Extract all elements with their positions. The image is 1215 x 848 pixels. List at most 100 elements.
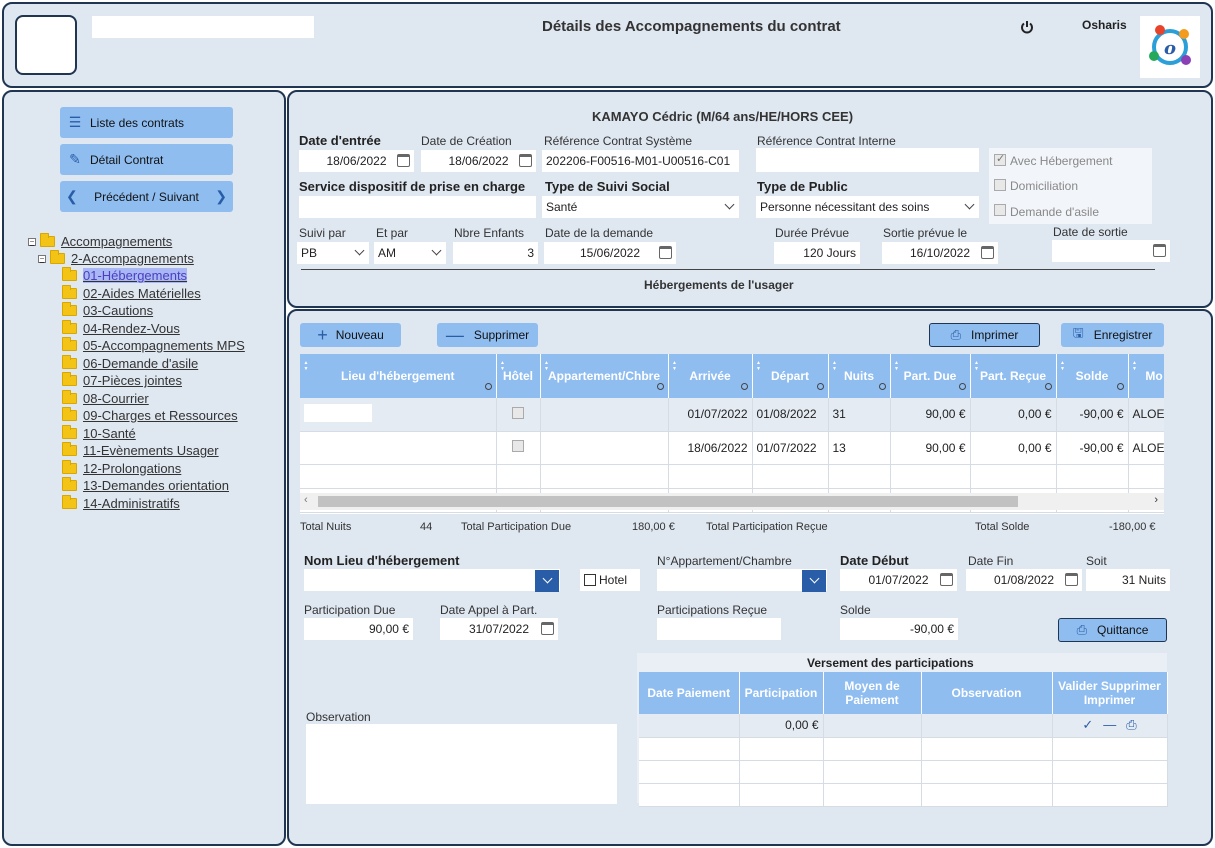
grid-column-header[interactable]: ▲▼ Hôtel [496,354,541,398]
calendar-icon[interactable] [940,573,953,586]
quittance-button[interactable]: ⎙ Quittance [1058,618,1167,642]
printer-icon[interactable]: ⎙ [1126,717,1136,732]
grid-column-header[interactable]: ▲▼ Mo [1128,354,1164,398]
imprimer-button[interactable]: ⎙ Imprimer [929,323,1040,347]
demande-asile-checkbox[interactable] [994,204,1006,216]
calendar-icon[interactable] [1153,244,1166,257]
minus-icon[interactable]: — [1103,717,1116,732]
calendar-icon[interactable] [519,154,532,167]
calendar-icon[interactable] [659,246,672,259]
tree-item[interactable]: 04-Rendez-Vous [62,319,180,336]
tree-item[interactable]: 11-Evènements Usager [62,442,219,458]
header-search-field[interactable] [92,16,314,38]
sort-icon[interactable]: ▲▼ [832,360,838,372]
grid-column-header[interactable]: ▲▼ Arrivée [668,354,753,398]
soit-field[interactable]: 31 Nuits [1086,569,1170,591]
tree-item[interactable]: 10-Santé [62,424,136,441]
scroll-right-icon[interactable]: › [1154,494,1158,506]
solde-field[interactable]: -90,00 € [840,618,958,640]
suivi-par-select[interactable]: PB [297,242,369,264]
calendar-icon[interactable] [397,154,410,167]
tree-item[interactable]: 03-Cautions [62,302,153,318]
grid-column-header[interactable]: ▲▼ Nuits [828,354,891,398]
hotel-cell-checkbox[interactable] [512,440,524,452]
calendar-icon[interactable] [541,622,554,635]
tree-item[interactable]: 12-Prolongations [62,459,181,476]
search-icon[interactable] [740,383,748,390]
sort-icon[interactable]: ▲▼ [756,360,762,372]
part-recue-field[interactable] [657,618,781,640]
sortie-prevue-field[interactable]: 16/10/2022 [882,242,998,264]
grid-column-header[interactable]: ▲▼ Départ [752,354,829,398]
contract-detail-button[interactable]: ✎ Détail Contrat [60,144,233,175]
grid-column-header[interactable]: ▲▼ Part. Reçue [970,354,1057,398]
chevron-down-icon[interactable] [431,245,442,256]
et-par-select[interactable]: AM [374,242,446,264]
tree-item[interactable]: 02-Aides Matérielles [62,284,201,301]
domiciliation-checkbox[interactable] [994,179,1006,191]
lieu-dropdown-button[interactable] [535,570,559,592]
tree-item[interactable]: 07-Pièces jointes [62,372,182,388]
check-icon[interactable]: ✓ [1082,717,1093,732]
tree-sub[interactable]: − 2-Accompagnements [38,250,194,266]
calendar-icon[interactable] [981,246,994,259]
date-sortie-field[interactable] [1052,240,1170,262]
appel-field[interactable]: 31/07/2022 [440,618,558,640]
chevron-down-icon[interactable] [354,245,365,256]
sort-icon[interactable]: ▲▼ [544,360,550,372]
grid-column-header[interactable]: ▲▼ Part. Due [890,354,971,398]
table-row[interactable]: 18/06/2022 01/07/2022 13 90,00 €0,00 € -90,0… [300,431,1164,465]
contract-list-button[interactable]: ☰ Liste des contrats [60,107,233,138]
tree-item[interactable]: 13-Demandes orientation [62,477,229,493]
date-entree-field[interactable]: 18/06/2022 [299,150,414,172]
ref-int-field[interactable] [756,148,979,172]
chevron-left-icon[interactable]: ❮ [66,188,78,205]
supprimer-button[interactable]: — Supprimer [437,323,538,347]
date-debut-field[interactable]: 01/07/2022 [840,569,957,591]
nouveau-button[interactable]: + Nouveau [300,323,401,347]
chevron-down-icon[interactable] [724,199,735,210]
avec-hebergement-checkbox[interactable] [994,152,1006,166]
sort-icon[interactable]: ▲▼ [894,360,900,372]
sort-icon[interactable]: ▲▼ [974,360,980,372]
public-select[interactable]: Personne nécessitant des soins [756,196,979,218]
grid-column-header[interactable]: ▲▼ Solde [1056,354,1129,398]
appart-dropdown-button[interactable] [802,570,826,592]
prev-next-button[interactable]: ❮ Précédent / Suivant ❯ [60,181,233,212]
tree-item[interactable]: 05-Accompagnements MPS [62,337,245,353]
tree-item[interactable]: 09-Charges et Ressources [62,407,238,423]
sort-icon[interactable]: ▲▼ [1132,360,1138,372]
search-icon[interactable] [656,383,664,390]
collapse-icon[interactable]: − [38,254,46,263]
versement-row[interactable]: 0,00 € ✓ — ⎙ [639,714,1168,738]
tree-item[interactable]: 06-Demande d'asile [62,354,198,371]
power-icon[interactable] [1020,20,1034,34]
sort-icon[interactable]: ▲▼ [303,360,309,372]
tree-item[interactable]: 01-Hébergements [62,267,188,283]
horizontal-scrollbar[interactable]: ‹ › [300,493,1164,510]
search-icon[interactable] [958,383,966,390]
service-field[interactable] [299,196,536,218]
lieu-select[interactable] [304,569,560,591]
search-icon[interactable] [816,383,824,390]
hotel-checkbox-field[interactable]: Hotel [580,569,640,591]
search-icon[interactable] [1116,383,1124,390]
observation-textarea[interactable] [306,724,617,804]
date-fin-field[interactable]: 01/08/2022 [966,569,1082,591]
duree-field[interactable]: 120 Jours [774,242,860,264]
part-due-field[interactable]: 90,00 € [304,618,413,640]
grid-column-header[interactable]: ▲▼ Lieu d'hébergement [300,354,497,398]
hotel-cell-checkbox[interactable] [512,406,524,419]
search-icon[interactable] [484,383,492,390]
scroll-left-icon[interactable]: ‹ [304,494,308,506]
enregistrer-button[interactable]: 🖫 Enregistrer [1061,323,1164,347]
calendar-icon[interactable] [1065,573,1078,586]
table-row[interactable]: 01/07/2022 01/08/2022 31 90,00 €0,00 € -90,0… [300,398,1164,432]
collapse-icon[interactable]: − [28,237,36,246]
date-demande-field[interactable]: 15/06/2022 [544,242,676,264]
grid-column-header[interactable]: ▲▼ Appartement/Chbre [540,354,669,398]
search-icon[interactable] [878,383,886,390]
sort-icon[interactable]: ▲▼ [1060,360,1066,372]
date-creation-field[interactable]: 18/06/2022 [421,150,536,172]
tree-item[interactable]: 14-Administratifs [62,494,180,511]
